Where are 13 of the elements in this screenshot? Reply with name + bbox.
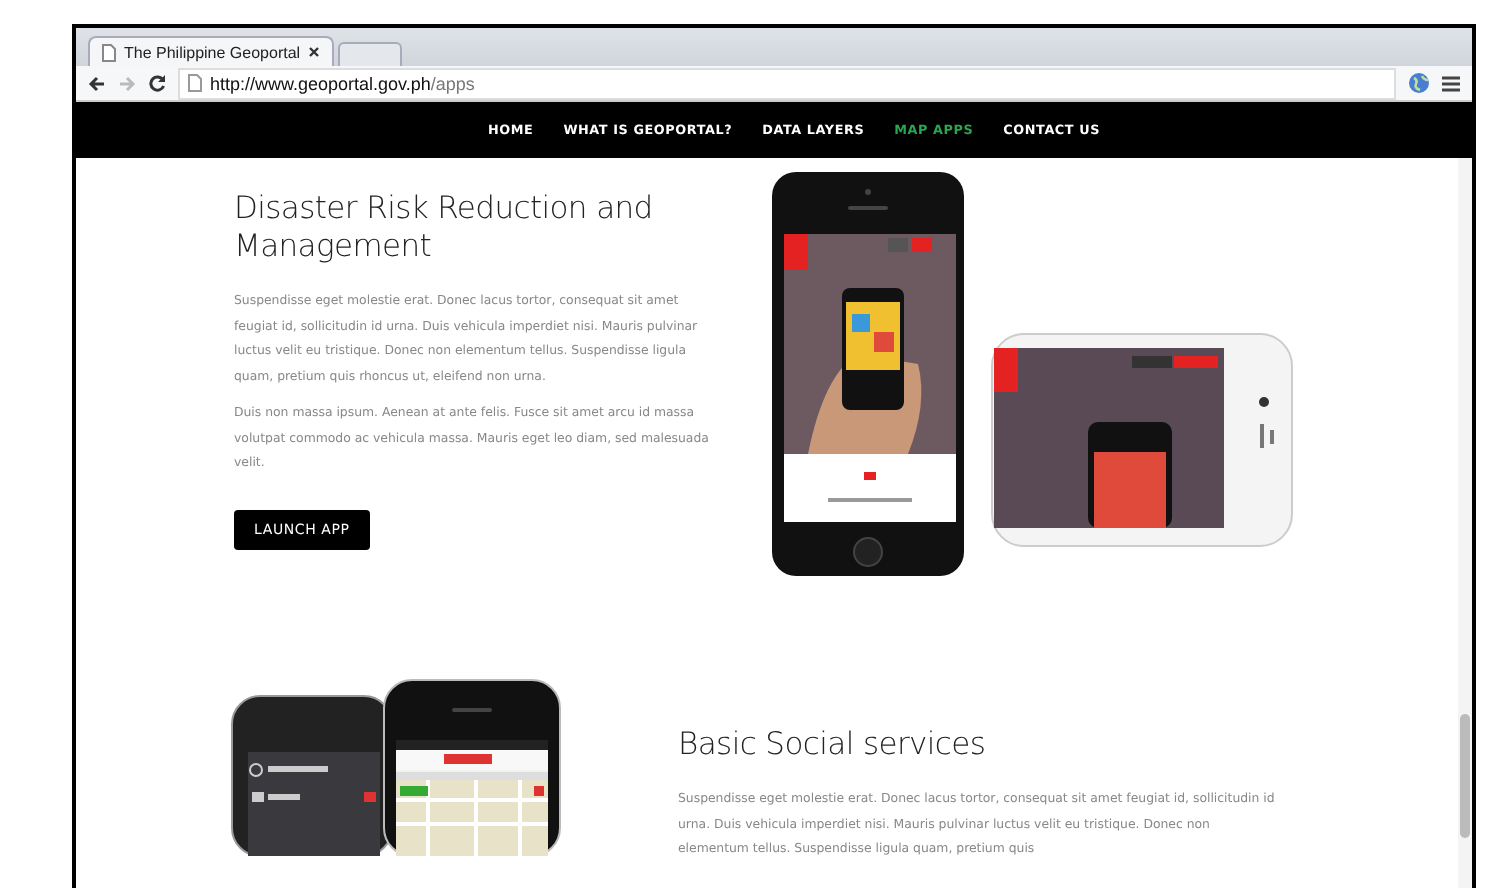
browser-tab[interactable]: The Philippine Geoportal bbox=[88, 36, 335, 66]
page-icon bbox=[102, 43, 116, 61]
page-icon bbox=[188, 74, 202, 92]
close-icon[interactable] bbox=[308, 46, 321, 58]
menu-icon[interactable] bbox=[1442, 75, 1460, 91]
tab-title: The Philippine Geoportal bbox=[124, 43, 301, 61]
globe-icon[interactable] bbox=[1408, 72, 1430, 94]
section-heading: Disaster Risk Reduction and Management bbox=[234, 190, 654, 266]
reload-icon[interactable] bbox=[148, 74, 166, 92]
address-bar[interactable]: http://www.geoportal.gov.ph/apps bbox=[178, 67, 1396, 99]
back-icon[interactable] bbox=[88, 75, 106, 91]
section-heading: Basic Social services bbox=[678, 726, 988, 764]
scrollbar[interactable] bbox=[1458, 158, 1472, 888]
